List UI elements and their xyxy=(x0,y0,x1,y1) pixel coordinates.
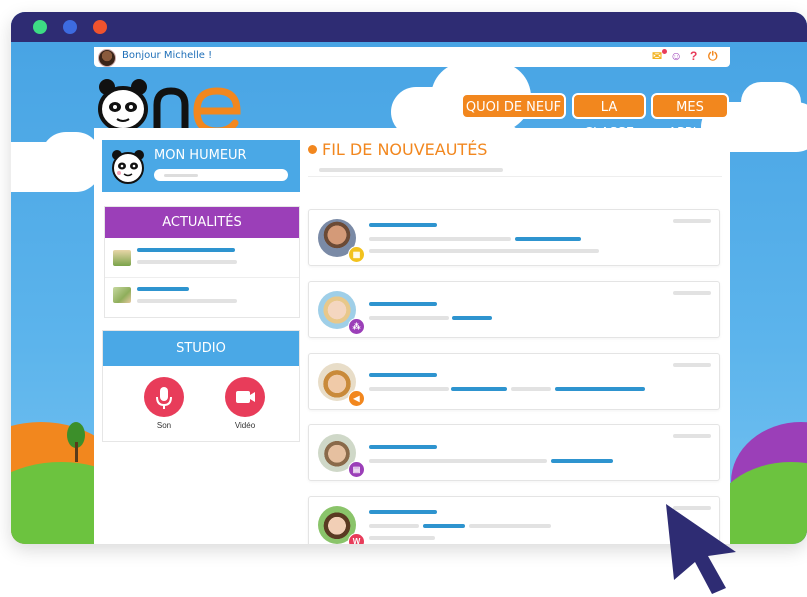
feed-card[interactable]: ▤ xyxy=(308,424,720,481)
feed-card[interactable]: W xyxy=(308,496,720,544)
help-icon[interactable]: ? xyxy=(690,49,697,63)
author-placeholder xyxy=(369,223,437,227)
link-placeholder xyxy=(423,524,465,528)
user-icon[interactable]: ☺ xyxy=(670,49,682,63)
timestamp-placeholder xyxy=(673,291,711,295)
feed-subtitle-placeholder xyxy=(319,168,503,172)
megaphone-icon: ◀ xyxy=(348,390,365,407)
text-placeholder xyxy=(369,237,511,241)
text-placeholder xyxy=(469,524,551,528)
feed-card[interactable]: ◀ xyxy=(308,353,720,410)
feed-card[interactable]: ▦ xyxy=(308,209,720,266)
news-title: ACTUALITÉS xyxy=(105,207,299,238)
main-content: MON HUMEUR ACTUALITÉS STUDIO Son Vidéo F… xyxy=(94,128,730,544)
maximize-window-dot[interactable] xyxy=(93,20,107,34)
title-bar xyxy=(11,12,807,42)
nav-mes-applis[interactable]: MES APPLIS xyxy=(651,93,729,141)
mail-icon[interactable]: ✉ xyxy=(652,49,662,63)
nav-la-classe[interactable]: LA CLASSE xyxy=(572,93,646,141)
timestamp-placeholder xyxy=(673,434,711,438)
timestamp-placeholder xyxy=(673,363,711,367)
text-placeholder xyxy=(369,387,449,391)
news-title-placeholder xyxy=(137,287,189,291)
text-placeholder xyxy=(369,536,435,540)
son-label: Son xyxy=(156,421,172,430)
top-bar: Bonjour Michelle ! ✉ ☺ ? ⏻ xyxy=(94,47,730,67)
news-text-placeholder xyxy=(137,299,237,303)
tree-decoration xyxy=(75,442,78,462)
app-window: Bonjour Michelle ! ✉ ☺ ? ⏻ QUOI DE NEUF … xyxy=(11,12,807,544)
panda-mood-icon xyxy=(112,150,144,184)
divider xyxy=(308,176,722,177)
mood-status-field[interactable] xyxy=(154,169,288,181)
author-placeholder xyxy=(369,302,437,306)
link-placeholder xyxy=(551,459,613,463)
wiki-icon: W xyxy=(348,533,365,544)
bullet-icon xyxy=(308,145,317,154)
link-placeholder xyxy=(451,387,507,391)
record-audio-button[interactable] xyxy=(144,377,184,417)
video-camera-icon xyxy=(236,391,255,403)
document-icon: ▤ xyxy=(348,461,365,478)
record-video-button[interactable] xyxy=(225,377,265,417)
microphone-icon xyxy=(156,387,172,409)
one-logo[interactable] xyxy=(97,75,257,135)
notification-dot xyxy=(662,49,667,54)
news-widget: ACTUALITÉS xyxy=(104,206,300,318)
text-placeholder xyxy=(369,316,449,320)
calendar-icon: ▦ xyxy=(348,246,365,263)
studio-widget: STUDIO Son Vidéo xyxy=(102,330,300,442)
news-thumbnail xyxy=(113,287,131,303)
news-thumbnail xyxy=(113,250,131,266)
news-item[interactable] xyxy=(105,240,299,276)
video-label: Vidéo xyxy=(234,421,256,430)
text-placeholder xyxy=(369,459,547,463)
timestamp-placeholder xyxy=(673,219,711,223)
cloud-decoration xyxy=(741,82,801,122)
feed-title: FIL DE NOUVEAUTÉS xyxy=(308,140,487,159)
close-window-dot[interactable] xyxy=(33,20,47,34)
divider xyxy=(105,277,299,278)
mood-widget[interactable]: MON HUMEUR xyxy=(102,140,300,192)
power-icon[interactable]: ⏻ xyxy=(708,49,718,64)
news-text-placeholder xyxy=(137,260,237,264)
mouse-cursor-icon xyxy=(666,504,736,594)
news-title-placeholder xyxy=(137,248,235,252)
mood-title: MON HUMEUR xyxy=(154,148,247,163)
feed-card[interactable]: ⁂ xyxy=(308,281,720,338)
link-placeholder xyxy=(452,316,492,320)
author-placeholder xyxy=(369,445,437,449)
studio-title: STUDIO xyxy=(103,331,299,366)
author-placeholder xyxy=(369,510,437,514)
share-icon: ⁂ xyxy=(348,318,365,335)
text-placeholder xyxy=(369,524,419,528)
text-placeholder xyxy=(511,387,551,391)
nav-quoi-de-neuf[interactable]: QUOI DE NEUF ? xyxy=(461,93,566,141)
user-avatar[interactable] xyxy=(98,49,116,67)
minimize-window-dot[interactable] xyxy=(63,20,77,34)
link-placeholder xyxy=(515,237,581,241)
text-placeholder xyxy=(369,249,599,253)
cloud-decoration xyxy=(41,132,101,182)
news-item[interactable] xyxy=(105,279,299,315)
author-placeholder xyxy=(369,373,437,377)
link-placeholder xyxy=(555,387,645,391)
feed-title-text: FIL DE NOUVEAUTÉS xyxy=(322,140,488,159)
greeting-text: Bonjour Michelle ! xyxy=(122,50,213,61)
